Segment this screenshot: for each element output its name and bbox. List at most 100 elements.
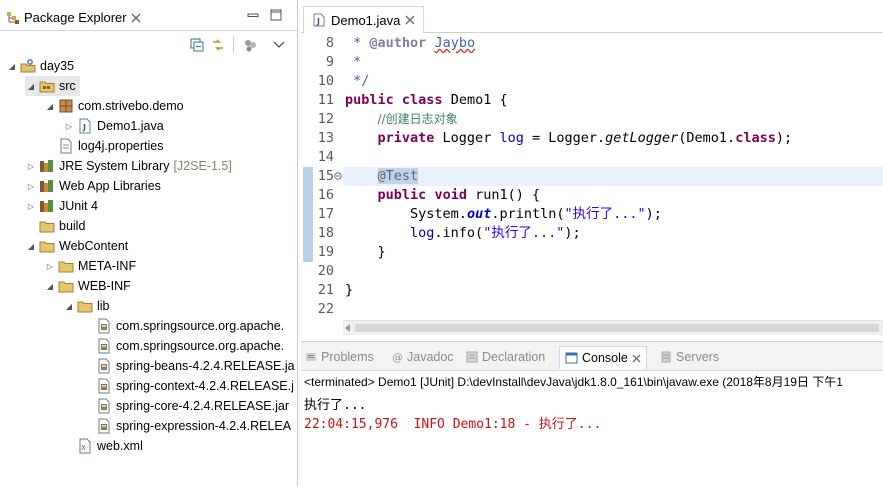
tab-label: Javadoc bbox=[407, 350, 454, 364]
tree-item[interactable]: ▷ J Demo1.java bbox=[63, 116, 164, 136]
project-icon bbox=[20, 58, 36, 74]
close-icon[interactable] bbox=[405, 15, 415, 25]
library-icon bbox=[39, 198, 55, 214]
line-number: 17 bbox=[317, 206, 334, 222]
tree-item[interactable]: ◢ com.strivebo.demo bbox=[44, 96, 184, 116]
svg-text:X: X bbox=[81, 444, 86, 452]
tree-item-label: WebContent bbox=[59, 239, 129, 253]
folder-icon bbox=[77, 298, 93, 314]
expanded-twisty-icon[interactable]: ◢ bbox=[63, 300, 75, 312]
tree-item[interactable]: ◢ lib bbox=[63, 296, 110, 316]
maximize-icon[interactable] bbox=[270, 9, 282, 21]
line-number: 22 bbox=[317, 301, 334, 317]
bottom-panel-tabbar: Problems @ Javadoc Declaration Console Server… bbox=[301, 342, 883, 371]
expanded-twisty-icon[interactable]: ◢ bbox=[25, 80, 37, 92]
tree-item[interactable]: ▷ Web App Libraries bbox=[25, 176, 161, 196]
tree-item[interactable]: ▷ META-INF bbox=[44, 256, 136, 276]
collapsed-twisty-icon[interactable]: ▷ bbox=[44, 260, 56, 272]
line-number: 19 bbox=[317, 244, 334, 260]
line-number: 9 bbox=[325, 54, 334, 70]
collapsed-twisty-icon[interactable]: ▷ bbox=[25, 180, 37, 192]
horizontal-scrollbar[interactable] bbox=[343, 320, 883, 335]
code-line-11: public class Demo1 { bbox=[345, 92, 508, 108]
expanded-twisty-icon[interactable]: ◢ bbox=[44, 280, 56, 292]
tree-item-label: web.xml bbox=[97, 439, 143, 453]
folder-icon bbox=[58, 258, 74, 274]
library-icon bbox=[39, 158, 55, 174]
line-number: 16 bbox=[317, 187, 334, 203]
tree-item-label: Demo1.java bbox=[97, 119, 164, 133]
tab-demo1-java[interactable]: J Demo1.java bbox=[303, 6, 425, 33]
fold-collapse-icon[interactable] bbox=[334, 172, 342, 180]
tree-item[interactable]: com.springsource.org.apache. bbox=[82, 316, 284, 336]
line-number: 14 bbox=[317, 149, 334, 165]
tree-item-label: build bbox=[59, 219, 86, 233]
collapse-all-icon[interactable] bbox=[190, 38, 204, 52]
tree-item[interactable]: ◢ day35 bbox=[6, 56, 74, 76]
scrollbar-thumb[interactable] bbox=[355, 324, 879, 332]
tree-item-decoration: [J2SE-1.5] bbox=[173, 159, 232, 173]
code-line-13: private Logger log = Logger.getLogger(De… bbox=[377, 130, 793, 146]
tab-javadoc[interactable]: @ Javadoc bbox=[391, 346, 454, 368]
javadoc-icon: @ bbox=[391, 351, 403, 363]
tree-item[interactable]: com.springsource.org.apache. bbox=[82, 336, 284, 356]
current-line-highlight bbox=[343, 167, 883, 186]
xml-file-icon: X bbox=[77, 438, 93, 454]
tree-item-label: lib bbox=[97, 299, 110, 313]
tree-item[interactable]: ◢ WEB-INF bbox=[44, 276, 131, 296]
tree-item[interactable]: ◢ WebContent bbox=[25, 236, 128, 256]
minimize-icon[interactable] bbox=[247, 9, 259, 21]
tab-declaration[interactable]: Declaration bbox=[466, 346, 545, 368]
tree-item[interactable]: Xweb.xml bbox=[63, 436, 143, 456]
tree-item[interactable]: ▷ JUnit 4 bbox=[25, 196, 98, 216]
tree-item-label: com.springsource.org.apache. bbox=[116, 339, 285, 353]
console-view: Problems @ Javadoc Declaration Console Server… bbox=[301, 341, 883, 487]
collapsed-twisty-icon[interactable]: ▷ bbox=[25, 200, 37, 212]
tree-item[interactable]: spring-beans-4.2.4.RELEASE.ja bbox=[82, 356, 295, 376]
tree-item[interactable]: log4j.properties bbox=[44, 136, 163, 156]
tab-label: Demo1.java bbox=[331, 12, 401, 28]
code-line-18: log.info("执行了..."); bbox=[410, 225, 581, 241]
tree-item[interactable]: spring-context-4.2.4.RELEASE.j bbox=[82, 376, 294, 396]
tab-servers[interactable]: Servers bbox=[660, 346, 719, 368]
code-line-21: } bbox=[345, 282, 354, 298]
svg-text:J: J bbox=[316, 17, 320, 26]
java-file-icon: J bbox=[77, 118, 93, 134]
expanded-twisty-icon[interactable]: ◢ bbox=[6, 60, 18, 72]
jar-file-icon bbox=[96, 318, 112, 334]
folder-icon bbox=[58, 278, 74, 294]
tree-item[interactable]: spring-core-4.2.4.RELEASE.jar bbox=[82, 396, 289, 416]
servers-icon bbox=[660, 351, 672, 363]
tab-problems[interactable]: Problems bbox=[305, 346, 374, 368]
view-menu-icon[interactable] bbox=[272, 40, 286, 54]
tree-item[interactable]: build bbox=[25, 216, 85, 236]
tree-item-label: META-INF bbox=[78, 259, 137, 273]
svg-text:@: @ bbox=[392, 351, 403, 363]
tab-label: Console bbox=[582, 351, 628, 365]
expanded-twisty-icon[interactable]: ◢ bbox=[25, 240, 37, 252]
jar-file-icon bbox=[96, 418, 112, 434]
folder-icon bbox=[39, 218, 55, 234]
tab-console[interactable]: Console bbox=[559, 346, 647, 369]
tab-package-explorer[interactable]: Package Explorer bbox=[0, 5, 147, 30]
tree-item[interactable]: ◢ src bbox=[25, 76, 80, 96]
code-line-12: //创建日志对象 bbox=[377, 112, 458, 126]
tree-item-label: spring-context-4.2.4.RELEASE.j bbox=[116, 379, 294, 393]
tree-item-label: spring-expression-4.2.4.RELEA bbox=[116, 419, 292, 433]
link-with-editor-icon[interactable] bbox=[211, 38, 225, 52]
tree-item-label: spring-core-4.2.4.RELEASE.jar bbox=[116, 399, 289, 413]
tree-item[interactable]: ▷ JRE System Library [J2SE-1.5] bbox=[25, 156, 232, 176]
source-folder-icon bbox=[39, 78, 55, 94]
scroll-left-icon[interactable] bbox=[345, 324, 351, 332]
expanded-twisty-icon[interactable]: ◢ bbox=[44, 100, 56, 112]
tree-item[interactable]: spring-expression-4.2.4.RELEA bbox=[82, 416, 291, 436]
focus-task-icon[interactable] bbox=[243, 38, 257, 52]
collapsed-twisty-icon[interactable]: ▷ bbox=[25, 160, 37, 172]
close-icon[interactable] bbox=[632, 353, 641, 363]
collapsed-twisty-icon[interactable]: ▷ bbox=[63, 120, 75, 132]
package-explorer-tabbar: Package Explorer bbox=[0, 0, 297, 31]
package-icon bbox=[58, 98, 74, 114]
close-icon[interactable] bbox=[131, 13, 141, 23]
